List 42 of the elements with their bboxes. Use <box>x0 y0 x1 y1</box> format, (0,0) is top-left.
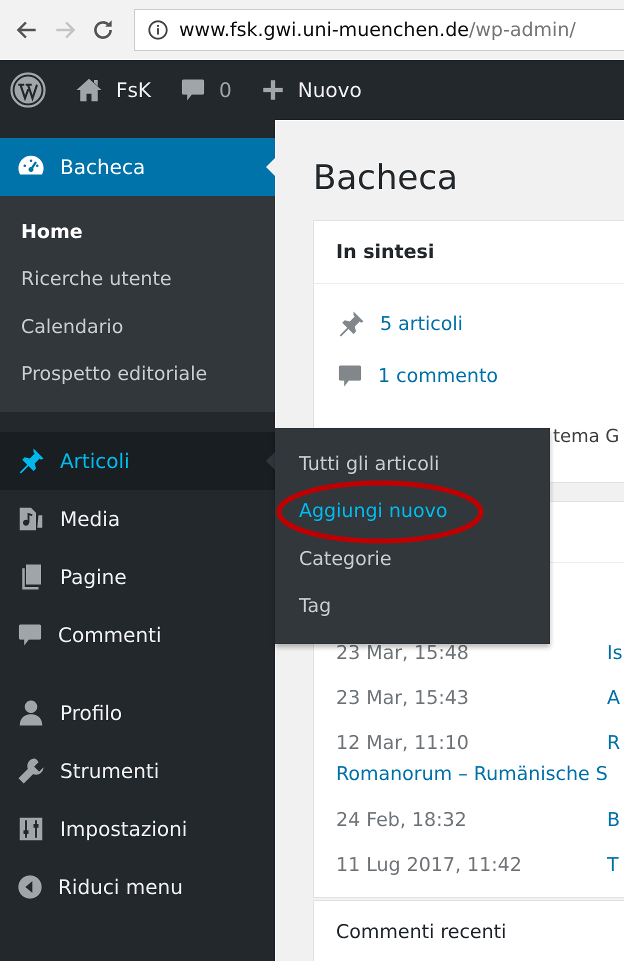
panel-title: Commenti recenti <box>314 901 624 961</box>
post-link[interactable]: A <box>607 686 620 708</box>
flyout-item[interactable]: Categorie <box>275 535 392 582</box>
panel-title: In sintesi <box>314 221 624 284</box>
menu-item[interactable]: Strumenti <box>0 742 275 800</box>
post-date: 11 Lug 2017, 11:42 <box>336 854 523 876</box>
url-text: www.fsk.gwi.uni-muenchen.de/wp-admin/ <box>179 19 576 41</box>
comments-link[interactable]: 0 <box>179 76 232 104</box>
menu-item[interactable]: Pagine <box>0 548 275 606</box>
post-date: 23 Mar, 15:43 <box>336 686 470 708</box>
flyout-item[interactable]: Tutti gli articoli <box>275 440 440 488</box>
wrench-icon <box>16 756 46 786</box>
menu-item[interactable]: Bacheca <box>0 138 275 196</box>
submenu-item[interactable]: Home <box>0 208 275 256</box>
post-link[interactable]: Romanorum – Rumänische S <box>336 759 624 789</box>
post-link[interactable]: R <box>607 732 620 754</box>
submenu-item[interactable]: Calendario <box>0 303 275 350</box>
count-link[interactable]: 1 commento <box>378 365 498 387</box>
post-link[interactable]: T <box>607 854 619 876</box>
post-date: 12 Mar, 11:10 <box>336 732 470 754</box>
menu-item[interactable]: Riduci menu <box>0 858 275 916</box>
address-field[interactable]: www.fsk.gwi.uni-muenchen.de/wp-admin/ <box>134 9 624 51</box>
page-title: Bacheca <box>313 158 459 198</box>
menu-item[interactable]: Profilo <box>0 684 275 742</box>
collapse-icon <box>16 873 44 901</box>
menu-item[interactable]: Articoli <box>0 432 275 490</box>
post-link[interactable]: B <box>607 808 620 830</box>
site-link[interactable]: FsK <box>74 75 152 105</box>
submenu-item[interactable]: Prospetto editoriale <box>0 350 275 398</box>
menu-item[interactable]: Commenti <box>0 606 275 664</box>
wordpress-logo-icon[interactable] <box>10 72 46 108</box>
post-date: 24 Feb, 18:32 <box>336 808 468 830</box>
new-link[interactable]: Nuovo <box>260 77 362 103</box>
theme-text: tema G <box>553 426 620 446</box>
info-icon[interactable] <box>147 19 169 41</box>
menu-item[interactable]: Media <box>0 490 275 548</box>
post-link[interactable]: Is <box>607 642 623 664</box>
submenu-item[interactable]: Ricerche utente <box>0 256 275 303</box>
post-date: 23 Mar, 15:48 <box>336 642 470 664</box>
flyout-item[interactable]: Tag <box>275 582 332 630</box>
count-link[interactable]: 5 articoli <box>380 313 463 335</box>
menu-item[interactable]: Impostazioni <box>0 800 275 858</box>
